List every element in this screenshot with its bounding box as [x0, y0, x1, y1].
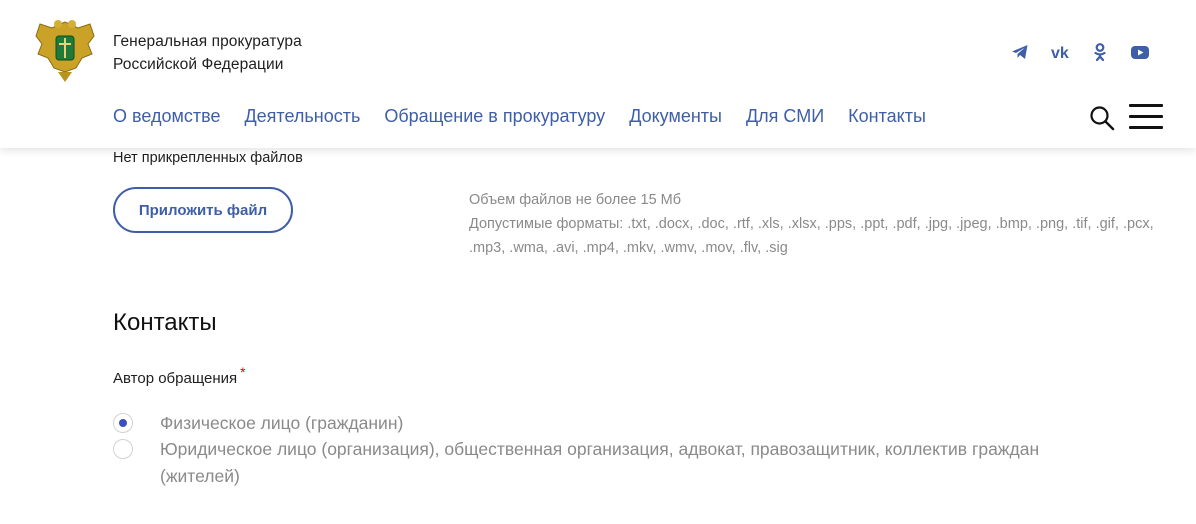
radio-option-individual[interactable]: Физическое лицо (гражданин) — [113, 410, 1120, 437]
contacts-section-title: Контакты — [113, 309, 217, 336]
radio-organization[interactable] — [113, 439, 133, 459]
nav-item-media[interactable]: Для СМИ — [746, 106, 824, 127]
author-field-label: Автор обращения * — [113, 364, 246, 387]
radio-individual-label: Физическое лицо (гражданин) — [160, 413, 404, 433]
file-size-hint: Объем файлов не более 15 Мб — [469, 192, 682, 208]
radio-organization-label: Юридическое лицо (организация), обществе… — [160, 439, 1040, 486]
radio-option-organization[interactable]: Юридическое лицо (организация), обществе… — [113, 436, 1120, 490]
no-files-text: Нет прикрепленных файлов — [113, 150, 303, 166]
nav-item-about[interactable]: О ведомстве — [113, 106, 220, 127]
main-navigation: О ведомстве Деятельность Обращение в про… — [113, 106, 926, 127]
radio-individual[interactable] — [113, 413, 133, 433]
coat-of-arms-logo[interactable] — [32, 14, 98, 84]
vk-icon[interactable]: vk — [1050, 42, 1070, 62]
youtube-icon[interactable] — [1130, 42, 1150, 62]
nav-item-activity[interactable]: Деятельность — [244, 106, 360, 127]
odnoklassniki-icon[interactable] — [1090, 42, 1110, 62]
nav-item-appeal[interactable]: Обращение в прокуратуру — [384, 106, 605, 127]
site-header: Генеральная прокуратура Российской Федер… — [0, 0, 1196, 148]
file-formats-hint: Допустимые форматы: .txt, .docx, .doc, .… — [469, 216, 1154, 256]
nav-item-documents[interactable]: Документы — [629, 106, 722, 127]
organization-name[interactable]: Генеральная прокуратура Российской Федер… — [113, 30, 302, 76]
social-links: vk — [1010, 42, 1150, 62]
nav-item-contacts[interactable]: Контакты — [848, 106, 926, 127]
hamburger-menu-icon[interactable] — [1129, 104, 1163, 130]
search-icon[interactable] — [1089, 105, 1115, 131]
org-name-line1: Генеральная прокуратура — [113, 33, 302, 50]
required-mark: * — [240, 364, 246, 380]
telegram-icon[interactable] — [1010, 42, 1030, 62]
author-label-text: Автор обращения — [113, 370, 238, 387]
org-name-line2: Российской Федерации — [113, 56, 284, 73]
attach-file-button[interactable]: Приложить файл — [113, 187, 293, 233]
svg-text:vk: vk — [1051, 45, 1069, 62]
file-requirements: Объем файлов не более 15 Мб Допустимые ф… — [469, 188, 1159, 260]
